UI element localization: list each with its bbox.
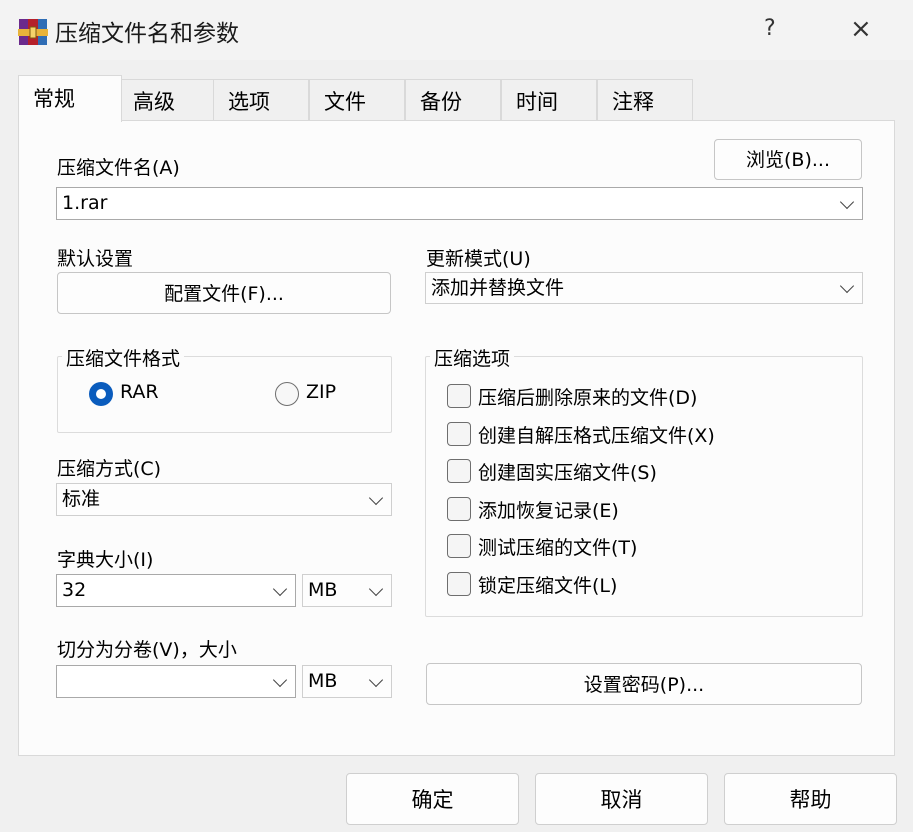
tab-time[interactable]: 时间 — [501, 79, 597, 121]
split-unit-value: MB — [308, 670, 338, 692]
compression-method-label: 压缩方式(C) — [57, 458, 162, 480]
winrar-books-icon — [17, 16, 49, 48]
chevron-down-icon[interactable] — [368, 672, 384, 687]
ok-button[interactable]: 确定 — [346, 773, 519, 825]
update-mode-value: 添加并替换文件 — [431, 277, 565, 299]
lock-archive-label[interactable]: 锁定压缩文件(L) — [478, 571, 617, 598]
tab-general[interactable]: 常规 — [18, 75, 122, 122]
profiles-button[interactable]: 配置文件(F)... — [57, 272, 391, 314]
cancel-button[interactable]: 取消 — [535, 773, 708, 825]
dictionary-size-label: 字典大小(I) — [57, 549, 154, 571]
tab-comment[interactable]: 注释 — [597, 79, 693, 121]
rar-radio[interactable] — [89, 382, 113, 406]
archive-name-combo[interactable]: 1.rar — [56, 187, 863, 220]
tab-files[interactable]: 文件 — [309, 79, 405, 121]
test-files-checkbox[interactable] — [447, 534, 471, 558]
chevron-down-icon[interactable] — [368, 581, 384, 596]
zip-radio[interactable] — [275, 382, 299, 406]
rar-label[interactable]: RAR — [120, 381, 159, 403]
update-mode-select[interactable]: 添加并替换文件 — [425, 272, 863, 304]
archive-format-legend: 压缩文件格式 — [62, 344, 185, 371]
tab-advanced[interactable]: 高级 — [118, 79, 214, 121]
browse-button[interactable]: 浏览(B)... — [714, 139, 862, 180]
split-unit-select[interactable]: MB — [302, 665, 392, 698]
create-sfx-label[interactable]: 创建自解压格式压缩文件(X) — [478, 421, 715, 448]
chevron-down-icon[interactable] — [272, 581, 288, 596]
archive-name-label: 压缩文件名(A) — [57, 157, 180, 179]
create-solid-label[interactable]: 创建固实压缩文件(S) — [478, 458, 657, 485]
window-title: 压缩文件名和参数 — [55, 21, 239, 47]
test-files-label[interactable]: 测试压缩的文件(T) — [478, 533, 637, 560]
compression-options-legend: 压缩选项 — [430, 344, 515, 371]
split-size-combo[interactable] — [56, 665, 296, 698]
create-solid-checkbox[interactable] — [447, 459, 471, 483]
update-mode-label: 更新模式(U) — [426, 248, 531, 270]
recovery-record-label[interactable]: 添加恢复记录(E) — [478, 496, 619, 523]
archive-name-value: 1.rar — [62, 192, 108, 214]
split-volumes-label: 切分为分卷(V)，大小 — [57, 639, 237, 661]
chevron-down-icon[interactable] — [272, 672, 288, 687]
close-icon[interactable]: × — [850, 14, 872, 44]
help-icon[interactable]: ? — [764, 16, 776, 41]
delete-after-label[interactable]: 压缩后删除原来的文件(D) — [478, 383, 697, 410]
dictionary-unit-value: MB — [308, 579, 338, 601]
help-button[interactable]: 帮助 — [724, 773, 897, 825]
delete-after-checkbox[interactable] — [447, 384, 471, 408]
chevron-down-icon[interactable] — [839, 278, 855, 294]
zip-label[interactable]: ZIP — [306, 381, 336, 403]
set-password-button[interactable]: 设置密码(P)... — [426, 663, 862, 705]
chevron-down-icon[interactable] — [839, 194, 855, 209]
lock-archive-checkbox[interactable] — [447, 572, 471, 596]
dictionary-unit-select[interactable]: MB — [302, 574, 392, 607]
dictionary-size-combo[interactable]: 32 — [56, 574, 296, 607]
compression-method-value: 标准 — [62, 488, 101, 510]
tab-options[interactable]: 选项 — [213, 79, 309, 121]
compression-method-select[interactable]: 标准 — [56, 483, 392, 516]
create-sfx-checkbox[interactable] — [447, 422, 471, 446]
recovery-record-checkbox[interactable] — [447, 497, 471, 521]
dictionary-size-value: 32 — [62, 579, 87, 601]
chevron-down-icon[interactable] — [368, 490, 384, 505]
tab-backup[interactable]: 备份 — [405, 79, 501, 121]
default-settings-label: 默认设置 — [57, 248, 134, 270]
